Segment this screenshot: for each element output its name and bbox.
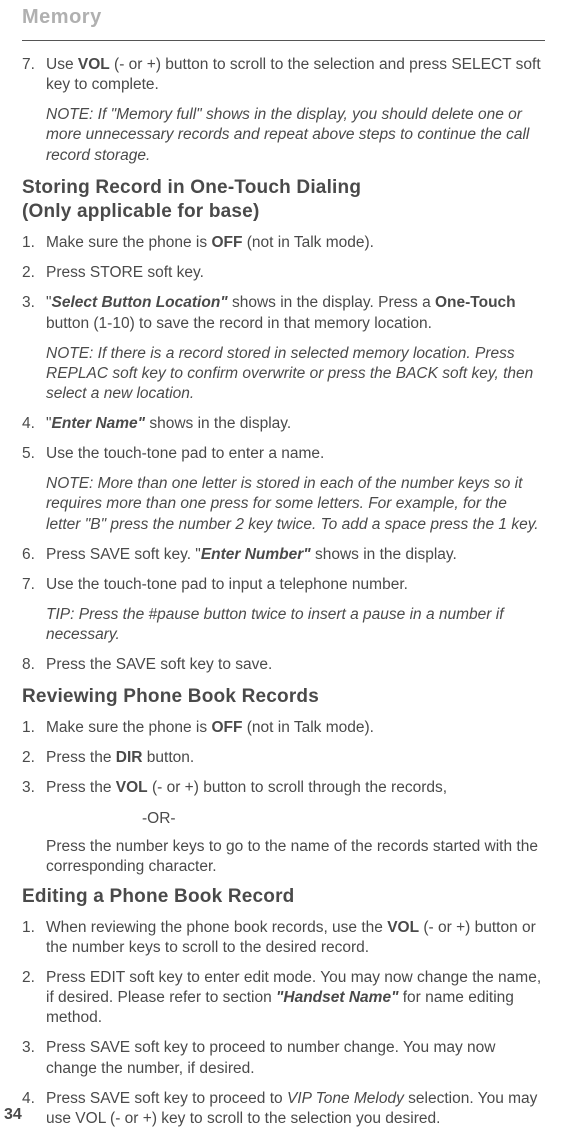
item-number: 3.	[22, 1038, 46, 1078]
item-number: 3.	[22, 778, 46, 798]
list-item: 4. "Enter Name" shows in the display.	[22, 414, 545, 434]
item-text: Use the touch-tone pad to input a teleph…	[46, 575, 545, 595]
note-text: NOTE: If there is a record stored in sel…	[46, 344, 545, 404]
item-text: Press SAVE soft key. "Enter Number" show…	[46, 545, 545, 565]
note-text: NOTE: If "Memory full" shows in the disp…	[46, 105, 545, 165]
item-text: "Select Button Location" shows in the di…	[46, 293, 545, 333]
heading-storing: Storing Record in One-Touch Dialing (Onl…	[22, 176, 545, 225]
item-number: 7.	[22, 55, 46, 95]
heading-editing: Editing a Phone Book Record	[22, 885, 545, 910]
list-item: 4. Press SAVE soft key to proceed to VIP…	[22, 1089, 545, 1129]
list-item: 1. Make sure the phone is OFF (not in Ta…	[22, 718, 545, 738]
list-item: 2. Press the DIR button.	[22, 748, 545, 768]
list-item: 3. Press SAVE soft key to proceed to num…	[22, 1038, 545, 1078]
list-item: 5. Use the touch-tone pad to enter a nam…	[22, 444, 545, 464]
list-editing: 1. When reviewing the phone book records…	[22, 918, 545, 1129]
item-number: 3.	[22, 293, 46, 333]
item-number: 6.	[22, 545, 46, 565]
list-item: 2. Press STORE soft key.	[22, 263, 545, 283]
list-item: 6. Press SAVE soft key. "Enter Number" s…	[22, 545, 545, 565]
item-text: Make sure the phone is OFF (not in Talk …	[46, 233, 545, 253]
or-separator: -OR-	[142, 809, 545, 829]
item-text: Press SAVE soft key to proceed to number…	[46, 1038, 545, 1078]
item-number: 4.	[22, 414, 46, 434]
item-text: Press the VOL (- or +) button to scroll …	[46, 778, 545, 798]
list-storing: 1. Make sure the phone is OFF (not in Ta…	[22, 233, 545, 334]
item-text: Make sure the phone is OFF (not in Talk …	[46, 718, 545, 738]
tip-text: TIP: Press the #pause button twice to in…	[46, 605, 545, 645]
list-item: 8. Press the SAVE soft key to save.	[22, 655, 545, 675]
item-number: 5.	[22, 444, 46, 464]
page-number: 34	[4, 1105, 22, 1126]
item-number: 4.	[22, 1089, 46, 1129]
item-number: 2.	[22, 748, 46, 768]
list-item: 1. Make sure the phone is OFF (not in Ta…	[22, 233, 545, 253]
item-text: Use the touch-tone pad to enter a name.	[46, 444, 545, 464]
item-text: Press STORE soft key.	[46, 263, 545, 283]
item-number: 2.	[22, 263, 46, 283]
item-number: 7.	[22, 575, 46, 595]
item-text: Press the SAVE soft key to save.	[46, 655, 545, 675]
list-storing-cont2: 6. Press SAVE soft key. "Enter Number" s…	[22, 545, 545, 595]
list-item: 7. Use VOL (- or +) button to scroll to …	[22, 55, 545, 95]
list-item: 1. When reviewing the phone book records…	[22, 918, 545, 958]
item-number: 1.	[22, 918, 46, 958]
item-text: "Enter Name" shows in the display.	[46, 414, 545, 434]
list-continued: 7. Use VOL (- or +) button to scroll to …	[22, 55, 545, 95]
item-number: 8.	[22, 655, 46, 675]
follow-text: Press the number keys to go to the name …	[46, 837, 545, 877]
item-text: Use VOL (- or +) button to scroll to the…	[46, 55, 545, 95]
item-text: Press the DIR button.	[46, 748, 545, 768]
list-item: 3. Press the VOL (- or +) button to scro…	[22, 778, 545, 798]
item-number: 1.	[22, 718, 46, 738]
divider	[22, 40, 545, 41]
item-text: Press SAVE soft key to proceed to VIP To…	[46, 1089, 545, 1129]
item-text: Press EDIT soft key to enter edit mode. …	[46, 968, 545, 1028]
item-text: When reviewing the phone book records, u…	[46, 918, 545, 958]
list-reviewing: 1. Make sure the phone is OFF (not in Ta…	[22, 718, 545, 798]
list-item: 2. Press EDIT soft key to enter edit mod…	[22, 968, 545, 1028]
item-number: 1.	[22, 233, 46, 253]
list-item: 3. "Select Button Location" shows in the…	[22, 293, 545, 333]
heading-reviewing: Reviewing Phone Book Records	[22, 685, 545, 710]
note-text: NOTE: More than one letter is stored in …	[46, 474, 545, 534]
item-number: 2.	[22, 968, 46, 1028]
list-item: 7. Use the touch-tone pad to input a tel…	[22, 575, 545, 595]
list-storing-cont: 4. "Enter Name" shows in the display. 5.…	[22, 414, 545, 464]
header-section-title: Memory	[22, 0, 545, 40]
list-storing-cont3: 8. Press the SAVE soft key to save.	[22, 655, 545, 675]
